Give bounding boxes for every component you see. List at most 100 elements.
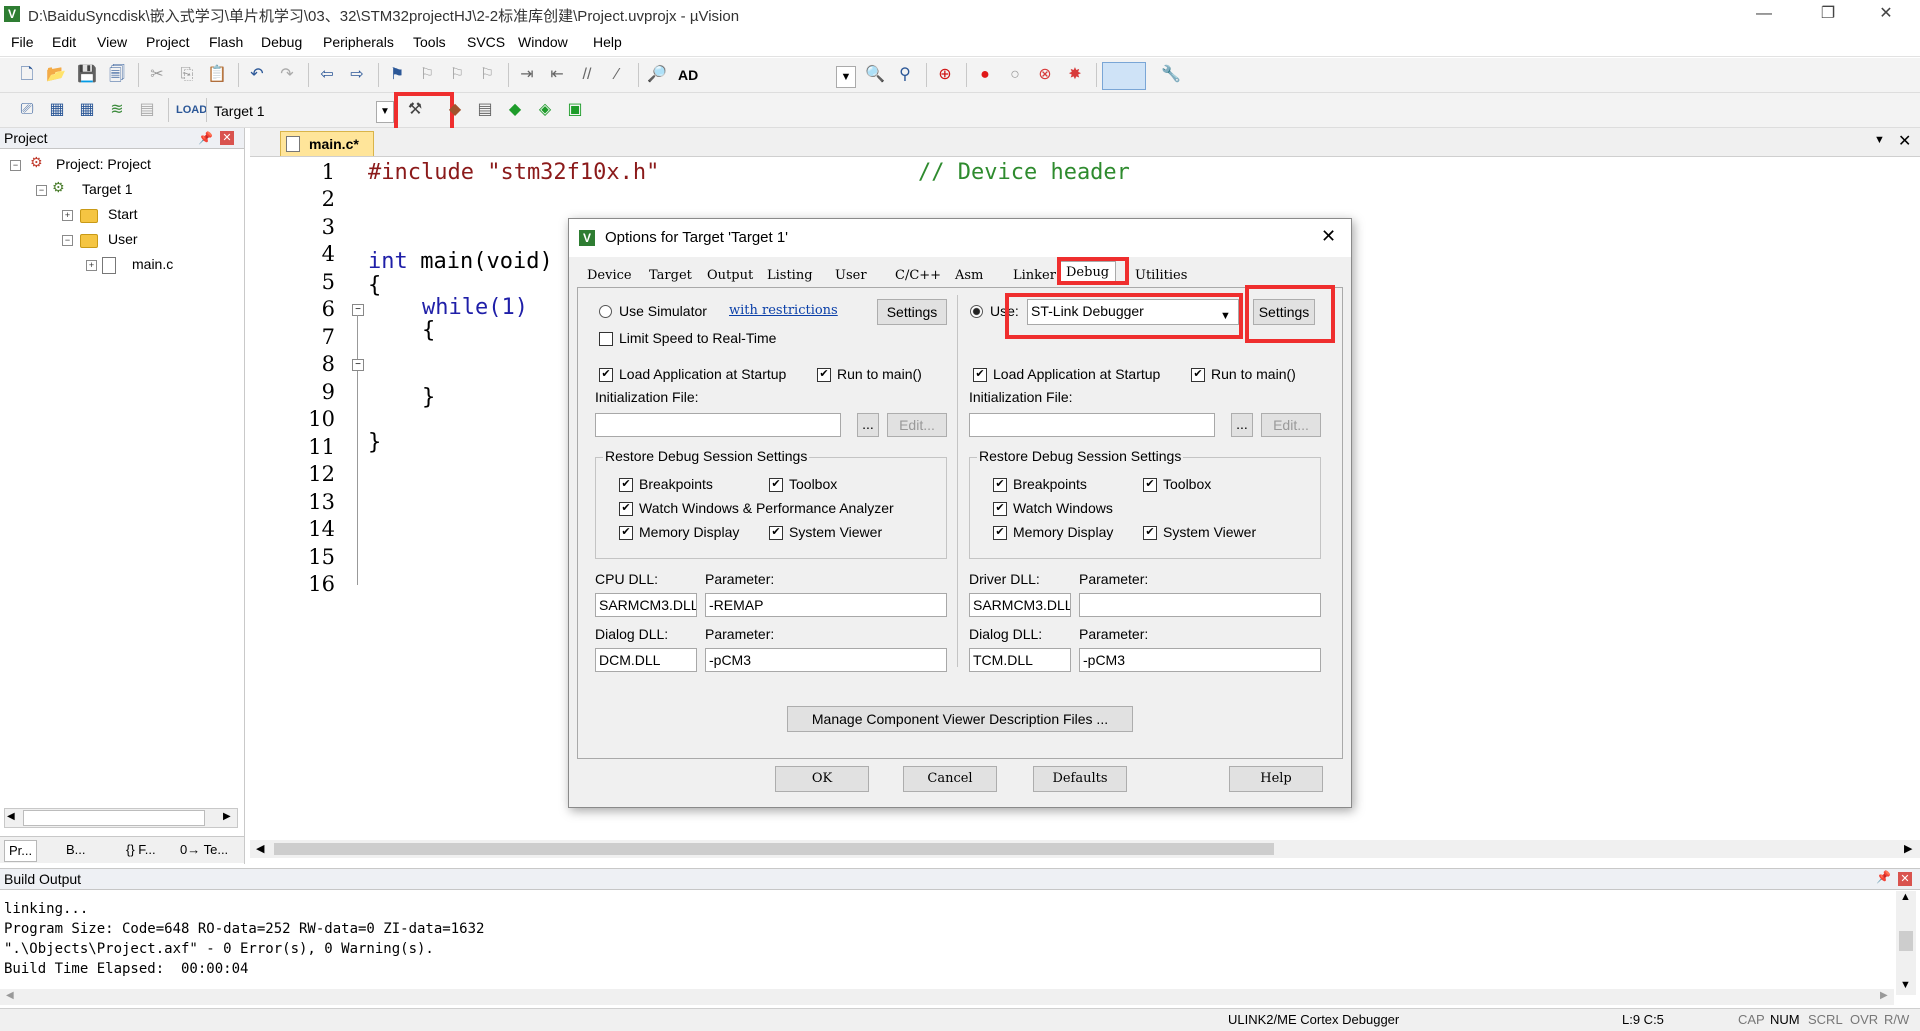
fold-collapse-icon[interactable]: − <box>352 304 364 316</box>
toolbox-checkbox[interactable]: ✔ <box>769 478 783 492</box>
menu-svcs[interactable]: SVCS <box>467 34 505 50</box>
menu-project[interactable]: Project <box>146 34 190 50</box>
menu-peripherals[interactable]: Peripherals <box>323 34 394 50</box>
help-button[interactable]: Help <box>1229 766 1323 792</box>
tab-asm[interactable]: Asm <box>955 265 983 287</box>
incremental-find-icon[interactable]: ⚲ <box>894 64 916 86</box>
build-output-hscrollbar[interactable]: ◀ ▶ <box>0 989 1894 1005</box>
scroll-thumb[interactable] <box>1899 931 1913 951</box>
dialog-close-button[interactable]: ✕ <box>1321 226 1336 247</box>
run-time-environment-icon[interactable]: ◆ <box>504 99 526 121</box>
breakpoints-checkbox[interactable]: ✔ <box>619 478 633 492</box>
cut-icon[interactable]: ✂ <box>146 64 168 86</box>
next-bookmark-icon[interactable]: ⚐ <box>446 64 468 86</box>
editor-hscrollbar[interactable]: ◀ ▶ <box>250 840 1920 858</box>
use-debugger-radio[interactable] <box>970 305 983 318</box>
scroll-right-icon[interactable]: ▶ <box>223 811 231 822</box>
run-main-checkbox[interactable]: ✔ <box>1191 368 1205 382</box>
cpu-param-input[interactable]: -REMAP <box>705 593 947 617</box>
scroll-thumb[interactable] <box>274 843 1274 855</box>
download-load-icon[interactable]: LOAD <box>176 99 207 121</box>
save-icon[interactable]: 💾 <box>76 64 98 86</box>
chevron-down-icon[interactable]: ▼ <box>376 101 394 123</box>
defaults-button[interactable]: Defaults <box>1033 766 1127 792</box>
dialog-param-input[interactable]: -pCM3 <box>1079 648 1321 672</box>
init-file-edit-button[interactable]: Edit... <box>1261 413 1321 437</box>
simulator-settings-button[interactable]: Settings <box>877 299 947 325</box>
init-file-browse-button[interactable]: ... <box>1231 413 1253 437</box>
system-viewer-checkbox[interactable]: ✔ <box>769 526 783 540</box>
configure-icon[interactable]: 🔧 <box>1160 64 1182 86</box>
save-all-icon[interactable]: 🗐 <box>106 64 128 86</box>
tab-utilities[interactable]: Utilities <box>1135 265 1187 287</box>
rebuild-icon[interactable]: ▦ <box>76 99 98 121</box>
indent-icon[interactable]: ⇥ <box>516 64 538 86</box>
tab-target[interactable]: Target <box>649 265 692 287</box>
pin-icon[interactable]: 📌 <box>1876 870 1891 884</box>
memory-display-checkbox[interactable]: ✔ <box>993 526 1007 540</box>
tab-templates[interactable]: 0→ Te... <box>180 842 228 857</box>
manage-component-viewer-button[interactable]: Manage Component Viewer Description File… <box>787 706 1133 732</box>
menu-flash[interactable]: Flash <box>209 34 243 50</box>
tab-books[interactable]: B... <box>66 842 86 857</box>
watch-windows-checkbox[interactable]: ✔ <box>619 502 633 516</box>
new-file-icon[interactable]: 🗋 <box>16 64 38 86</box>
insert-breakpoint-icon[interactable]: ● <box>974 64 996 86</box>
ok-button[interactable]: OK <box>775 766 869 792</box>
collapse-icon[interactable]: − <box>62 235 73 246</box>
system-viewer-checkbox[interactable]: ✔ <box>1143 526 1157 540</box>
menu-edit[interactable]: Edit <box>52 34 76 50</box>
open-file-icon[interactable]: 📂 <box>45 64 67 86</box>
init-file-input[interactable] <box>595 413 841 437</box>
breakpoints-checkbox[interactable]: ✔ <box>993 478 1007 492</box>
scroll-left-icon[interactable]: ◀ <box>6 990 14 1001</box>
unindent-icon[interactable]: ⇤ <box>546 64 568 86</box>
translate-icon[interactable]: ⎚ <box>16 99 38 121</box>
minimize-button[interactable]: — <box>1736 0 1792 30</box>
collapse-icon[interactable]: − <box>36 185 47 196</box>
limit-speed-checkbox[interactable] <box>599 332 613 346</box>
prev-bookmark-icon[interactable]: ⚐ <box>416 64 438 86</box>
init-file-edit-button[interactable]: Edit... <box>887 413 947 437</box>
window-layout-icon[interactable] <box>1102 62 1146 90</box>
manage-project-items-icon[interactable]: ▤ <box>474 99 496 121</box>
scroll-left-icon[interactable]: ◀ <box>7 811 15 822</box>
dialog-param-input[interactable]: -pCM3 <box>705 648 947 672</box>
driver-dll-input[interactable]: SARMCM3.DLL <box>969 593 1071 617</box>
batch-build-icon[interactable]: ≋ <box>106 99 128 121</box>
close-editor-icon[interactable]: ✕ <box>1898 131 1911 151</box>
scroll-up-icon[interactable]: ▲ <box>1900 891 1911 903</box>
scroll-left-icon[interactable]: ◀ <box>256 842 264 855</box>
undo-icon[interactable]: ↶ <box>246 64 268 86</box>
find-icon[interactable]: 🔍 <box>864 64 886 86</box>
tab-linker[interactable]: Linker <box>1013 265 1056 287</box>
menu-window[interactable]: Window <box>518 34 568 50</box>
target-select[interactable]: Target 1 ▼ <box>214 101 394 123</box>
pack-installer-icon[interactable]: ◈ <box>534 99 556 121</box>
kill-breakpoints-icon[interactable]: ✸ <box>1064 64 1086 86</box>
menu-tools[interactable]: Tools <box>413 34 446 50</box>
select-software-packs-icon[interactable]: ▣ <box>564 99 586 121</box>
init-file-browse-button[interactable]: ... <box>857 413 879 437</box>
close-pane-icon[interactable]: ✕ <box>220 131 234 145</box>
build-output-vscrollbar[interactable]: ▲ ▼ <box>1896 891 1916 995</box>
scroll-thumb[interactable] <box>23 810 205 826</box>
disable-breakpoints-icon[interactable]: ⊗ <box>1034 64 1056 86</box>
navigate-forward-icon[interactable]: ⇨ <box>346 64 368 86</box>
tab-list-arrow-icon[interactable]: ▼ <box>1874 134 1885 146</box>
start-debug-icon[interactable]: ⊕ <box>934 64 956 86</box>
navigate-back-icon[interactable]: ⇦ <box>316 64 338 86</box>
cancel-button[interactable]: Cancel <box>903 766 997 792</box>
tab-functions[interactable]: {} F... <box>126 842 156 857</box>
tab-cpp[interactable]: C/C++ <box>895 265 941 287</box>
build-icon[interactable]: ▦ <box>46 99 68 121</box>
scroll-right-icon[interactable]: ▶ <box>1904 842 1912 855</box>
dialog-dll-input[interactable]: DCM.DLL <box>595 648 697 672</box>
with-restrictions-link[interactable]: with restrictions <box>729 303 838 318</box>
enable-breakpoint-icon[interactable]: ○ <box>1004 64 1026 86</box>
restore-button[interactable]: ❐ <box>1800 0 1856 30</box>
tab-user[interactable]: User <box>835 265 867 287</box>
uncomment-icon[interactable]: ⁄ <box>606 64 628 86</box>
init-file-input[interactable] <box>969 413 1215 437</box>
use-simulator-radio[interactable] <box>599 305 612 318</box>
